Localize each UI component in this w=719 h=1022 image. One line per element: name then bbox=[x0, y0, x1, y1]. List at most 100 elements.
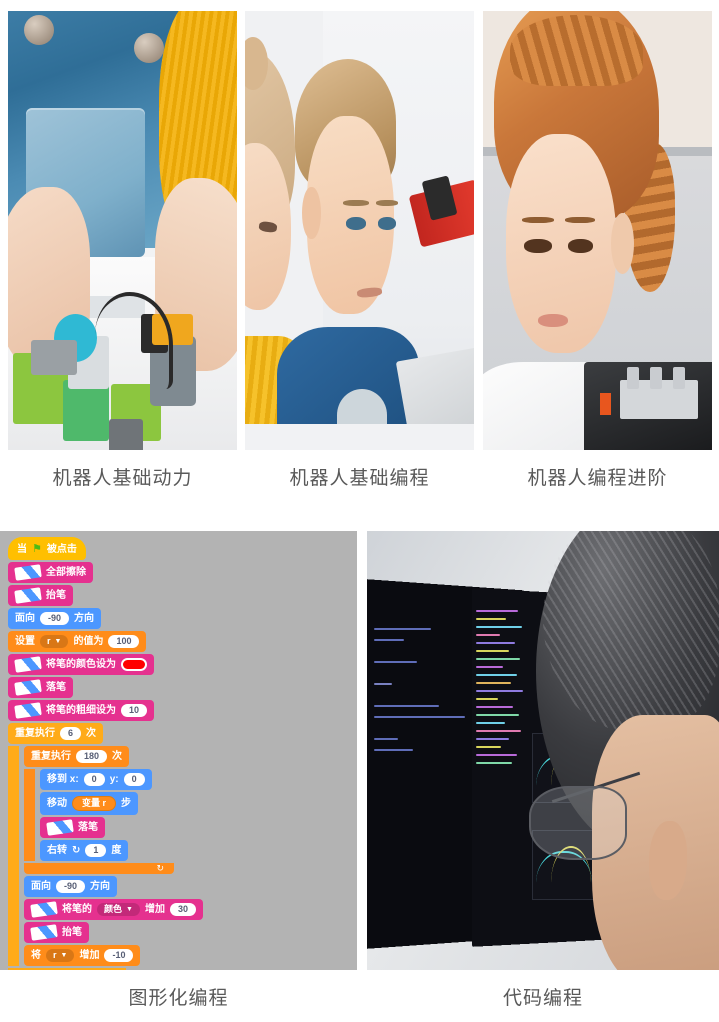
course-grid-page: 机器人基础动力 机器人基础编程 机器人编程进阶 当 ⚑ 被点击 全部擦除 抬笔 … bbox=[0, 0, 719, 1022]
block-text: 度 bbox=[111, 844, 122, 856]
course-card-5[interactable]: 代码编程 bbox=[367, 531, 719, 1009]
pen-icon bbox=[46, 819, 74, 836]
block-text: 方向 bbox=[74, 612, 95, 624]
block-text: 落笔 bbox=[46, 681, 66, 693]
block-text: 次 bbox=[112, 750, 123, 762]
block-text: 重复执行 bbox=[15, 727, 55, 739]
change-amount-input[interactable]: 30 bbox=[169, 903, 196, 916]
block-text: 抬笔 bbox=[62, 926, 82, 938]
lego-robot-stud bbox=[673, 366, 685, 389]
color-swatch[interactable] bbox=[121, 658, 147, 671]
desk-surface-shape bbox=[245, 423, 474, 450]
degrees-input[interactable]: 1 bbox=[85, 844, 107, 857]
scratch-block-pen-down[interactable]: 落笔 bbox=[8, 677, 73, 698]
hands-building-lego-robot-photo[interactable] bbox=[8, 11, 237, 450]
scratch-block-turn-right[interactable]: 右转 ↻ 1 度 bbox=[40, 840, 129, 861]
dropdown-label: r bbox=[53, 950, 57, 960]
x-input[interactable]: 0 bbox=[83, 773, 105, 786]
green-flag-icon: ⚑ bbox=[32, 543, 42, 555]
repeat-count-input[interactable]: 6 bbox=[60, 727, 82, 740]
scratch-block-pen-down-2[interactable]: 落笔 bbox=[40, 817, 105, 838]
block-text: 抬笔 bbox=[46, 589, 66, 601]
code-lines-middle bbox=[476, 610, 525, 935]
change-amount-input[interactable]: -10 bbox=[104, 949, 134, 962]
girl-with-lego-robot-photo[interactable] bbox=[483, 11, 712, 450]
block-text: 设置 bbox=[15, 635, 35, 647]
repeat-count-input[interactable]: 180 bbox=[76, 750, 108, 763]
pen-attribute-dropdown[interactable]: 颜色 ▼ bbox=[97, 903, 140, 916]
block-text: 移到 x: bbox=[47, 773, 79, 785]
variable-dropdown[interactable]: r ▼ bbox=[40, 635, 69, 648]
course-card-caption: 机器人基础编程 bbox=[289, 468, 430, 489]
course-card-caption: 机器人编程进阶 bbox=[527, 468, 668, 489]
block-text: 将笔的粗细设为 bbox=[46, 704, 116, 716]
block-text: 右转 bbox=[47, 844, 67, 856]
glasses-lens-shape bbox=[528, 785, 628, 861]
scratch-block-code-screenshot[interactable]: 当 ⚑ 被点击 全部擦除 抬笔 面向 -90 方向 设置 r ▼ 的值为 100… bbox=[0, 531, 357, 970]
lego-brick-green bbox=[62, 379, 109, 442]
scratch-c-block-footer-inner: ↻ bbox=[24, 863, 174, 874]
pen-icon bbox=[14, 564, 42, 581]
chevron-down-icon: ▼ bbox=[126, 906, 133, 913]
block-text: 面向 bbox=[31, 880, 51, 892]
girl-lips-shape bbox=[537, 313, 568, 328]
overall-button-icon bbox=[133, 32, 164, 63]
course-card-1[interactable]: 机器人基础动力 bbox=[8, 11, 237, 489]
course-card-2[interactable]: 机器人基础编程 bbox=[245, 11, 474, 489]
variable-reporter[interactable]: 变量 r bbox=[72, 796, 117, 811]
block-text: 方向 bbox=[90, 880, 111, 892]
block-text: 将笔的颜色设为 bbox=[46, 658, 116, 670]
block-text: 落笔 bbox=[78, 821, 98, 833]
scratch-block-repeat[interactable]: 重复执行 6 次 bbox=[8, 723, 104, 744]
variable-dropdown[interactable]: r ▼ bbox=[46, 949, 75, 962]
pen-icon bbox=[14, 702, 42, 719]
direction-input[interactable]: -90 bbox=[40, 612, 70, 625]
lego-robot-stud bbox=[627, 366, 639, 389]
code-lines-left bbox=[374, 627, 473, 883]
scratch-block-erase-all[interactable]: 全部擦除 bbox=[8, 562, 93, 583]
lego-robot-stud bbox=[650, 366, 662, 389]
course-card-3[interactable]: 机器人编程进阶 bbox=[483, 11, 712, 489]
block-text: 将 bbox=[31, 949, 41, 961]
course-card-caption: 机器人基础动力 bbox=[52, 468, 193, 489]
block-text: 重复执行 bbox=[31, 750, 71, 762]
lego-brick-gray bbox=[30, 340, 77, 376]
two-children-with-laptop-photo[interactable] bbox=[245, 11, 474, 450]
scratch-block-go-to-xy[interactable]: 移到 x: 0 y: 0 bbox=[40, 769, 152, 790]
y-input[interactable]: 0 bbox=[123, 773, 145, 786]
block-text: 增加 bbox=[79, 949, 100, 961]
scratch-block-change-variable-by[interactable]: 将 r ▼ 增加 -10 bbox=[24, 945, 141, 966]
block-text: 增加 bbox=[144, 903, 165, 915]
pen-icon bbox=[30, 924, 58, 941]
scratch-block-set-variable[interactable]: 设置 r ▼ 的值为 100 bbox=[8, 631, 147, 652]
girl-eye-shape bbox=[567, 239, 593, 254]
scratch-script-stack: 当 ⚑ 被点击 全部擦除 抬笔 面向 -90 方向 设置 r ▼ 的值为 100… bbox=[8, 537, 353, 970]
boy-eyebrow-shape bbox=[343, 199, 369, 206]
course-card-4[interactable]: 当 ⚑ 被点击 全部擦除 抬笔 面向 -90 方向 设置 r ▼ 的值为 100… bbox=[0, 531, 357, 1009]
scratch-block-pen-up[interactable]: 抬笔 bbox=[8, 585, 73, 606]
scratch-block-when-flag-clicked[interactable]: 当 ⚑ 被点击 bbox=[8, 537, 86, 560]
scratch-block-point-in-direction[interactable]: 面向 -90 方向 bbox=[8, 608, 102, 629]
scratch-block-repeat-inner[interactable]: 重复执行 180 次 bbox=[24, 746, 130, 767]
dropdown-label: r bbox=[47, 636, 51, 646]
lego-robot-orange-part bbox=[599, 392, 612, 415]
scratch-block-change-pen-color-by[interactable]: 将笔的 颜色 ▼ 增加 30 bbox=[24, 899, 203, 920]
scratch-block-point-in-direction-2[interactable]: 面向 -90 方向 bbox=[24, 876, 118, 897]
chevron-down-icon: ▼ bbox=[60, 952, 68, 959]
pen-icon bbox=[14, 656, 42, 673]
scratch-block-pen-up-2[interactable]: 抬笔 bbox=[24, 922, 89, 943]
value-input[interactable]: 100 bbox=[108, 635, 140, 648]
pen-icon bbox=[30, 901, 58, 918]
block-text: 将笔的 bbox=[62, 903, 92, 915]
block-text: 步 bbox=[121, 797, 132, 809]
girl-braid-shape bbox=[510, 15, 644, 86]
scratch-block-set-pen-size[interactable]: 将笔的粗细设为 10 bbox=[8, 700, 155, 721]
direction-input[interactable]: -90 bbox=[56, 880, 86, 893]
scratch-block-set-pen-color[interactable]: 将笔的颜色设为 bbox=[8, 654, 154, 675]
pen-icon bbox=[14, 679, 42, 696]
programmer-at-monitors-photo[interactable] bbox=[367, 531, 719, 970]
block-text: 当 bbox=[17, 543, 27, 555]
scratch-block-move-steps[interactable]: 移动 变量 r 步 bbox=[40, 792, 139, 815]
pen-size-input[interactable]: 10 bbox=[121, 704, 148, 717]
block-text: 次 bbox=[86, 727, 97, 739]
